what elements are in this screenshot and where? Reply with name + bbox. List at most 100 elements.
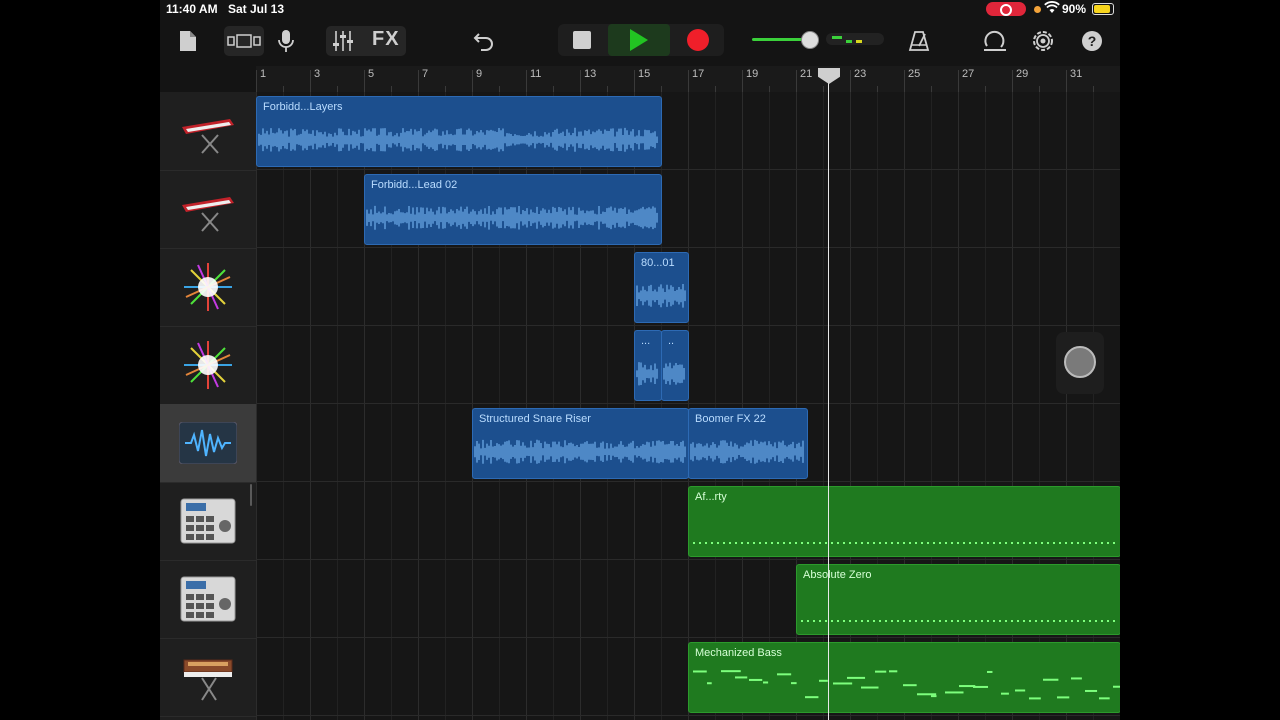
transport-controls: [558, 24, 724, 56]
ruler-tick: [364, 70, 365, 92]
mic-indicator-icon: [1034, 6, 1041, 13]
loop-browser-button[interactable]: [980, 26, 1010, 56]
track-headers: [160, 92, 256, 720]
tracks-area[interactable]: Forbidd...Layers Forbidd...Lead 02 80...01…: [256, 92, 1120, 720]
status-date: Sat Jul 13: [228, 2, 285, 16]
track-header-audio-recorder[interactable]: [160, 404, 256, 483]
drum-machine-icon: [180, 498, 236, 544]
record-icon: [687, 29, 709, 51]
region-name: Af...rty: [695, 491, 727, 503]
metronome-icon: [908, 31, 930, 51]
ruler-bar-number: 27: [962, 68, 975, 80]
track-header-resize-handle[interactable]: [250, 484, 252, 506]
ruler-bar-number: 15: [638, 68, 651, 80]
master-volume-knob[interactable]: [801, 31, 819, 49]
keyboard-icon: [182, 119, 234, 154]
synth-icon: [183, 659, 233, 701]
stop-icon: [573, 31, 591, 49]
ruler-tick: [958, 70, 959, 92]
midi-region[interactable]: Mechanized Bass: [688, 642, 1120, 713]
undo-icon: [473, 33, 493, 51]
browser-icon: [227, 34, 261, 48]
midi-region[interactable]: Absolute Zero: [796, 564, 1120, 635]
track-divider: [256, 637, 1120, 638]
region-name: Mechanized Bass: [695, 647, 782, 659]
browser-button[interactable]: [224, 26, 264, 56]
play-button[interactable]: [608, 24, 670, 56]
audio-region[interactable]: ..: [661, 330, 689, 401]
sparkle-fx-icon: [184, 263, 232, 311]
audio-region[interactable]: Forbidd...Lead 02: [364, 174, 662, 245]
my-songs-icon: [180, 31, 196, 51]
ruler-bar-number: 19: [746, 68, 759, 80]
ruler-bar-number: 11: [530, 68, 542, 80]
track-header-synth[interactable]: [160, 638, 256, 717]
stop-button[interactable]: [558, 24, 606, 56]
help-button[interactable]: ?: [1078, 26, 1106, 56]
grid-line: [742, 92, 743, 720]
audio-region[interactable]: 80...01: [634, 252, 689, 323]
drum-machine-icon: [180, 576, 236, 622]
screen-recording-icon[interactable]: [986, 2, 1026, 16]
level-meter: [826, 33, 884, 45]
midi-region[interactable]: Af...rty: [688, 486, 1120, 557]
region-name: ..: [668, 335, 675, 347]
ruler-tick: [418, 70, 419, 92]
battery-icon: [1092, 3, 1114, 15]
waveform-graphic: [663, 362, 685, 385]
record-button[interactable]: [674, 24, 722, 56]
ruler-tick: [688, 70, 689, 92]
track-header-drum-machine-1[interactable]: [160, 482, 256, 561]
ruler-bar-number: 1: [260, 68, 267, 80]
fx-button[interactable]: FX: [372, 28, 400, 51]
grid-line: [283, 92, 284, 720]
ruler-bar-number: 17: [692, 68, 705, 80]
my-songs-button[interactable]: [174, 26, 202, 56]
ruler-tick: [580, 70, 581, 92]
mixer-button[interactable]: [332, 30, 354, 57]
audio-region[interactable]: ...: [634, 330, 662, 401]
keyboard-icon: [182, 197, 234, 232]
ruler-tick: [472, 70, 473, 92]
grid-line: [715, 92, 716, 720]
audio-region[interactable]: Structured Snare Riser: [472, 408, 689, 479]
undo-button[interactable]: [470, 26, 498, 56]
settings-button[interactable]: [1028, 26, 1058, 56]
ruler-bar-number: 31: [1070, 68, 1083, 80]
region-name: Boomer FX 22: [695, 413, 766, 425]
grid-line: [256, 92, 257, 720]
track-divider: [256, 559, 1120, 560]
timeline-ruler[interactable]: 135791113151719212325272931 +: [256, 66, 1120, 93]
assistive-touch-icon: [1064, 346, 1096, 378]
ruler-tick: [742, 70, 743, 92]
settings-icon: [1033, 31, 1053, 51]
track-header-keyboard-2[interactable]: [160, 170, 256, 249]
track-header-fx-2[interactable]: [160, 326, 256, 405]
metronome-button[interactable]: [904, 26, 934, 56]
track-header-keyboard-1[interactable]: [160, 92, 256, 171]
ruler-tick: [1012, 70, 1013, 92]
microphone-button[interactable]: [274, 26, 298, 56]
ruler-bar-number: 5: [368, 68, 375, 80]
region-name: Forbidd...Lead 02: [371, 179, 458, 191]
grid-line: [688, 92, 689, 720]
grid-line: [769, 92, 770, 720]
ruler-bar-number: 9: [476, 68, 483, 80]
audio-region[interactable]: Forbidd...Layers: [256, 96, 662, 167]
grid-line: [310, 92, 311, 720]
track-divider: [256, 715, 1120, 716]
sparkle-fx-icon: [184, 341, 232, 389]
ruler-tick: [256, 70, 257, 92]
ruler-bar-number: 25: [908, 68, 921, 80]
assistive-touch-button[interactable]: [1056, 332, 1104, 394]
track-divider: [256, 247, 1120, 248]
ruler-tick: [526, 70, 527, 92]
ruler-tick: [904, 70, 905, 92]
audio-region[interactable]: Boomer FX 22: [688, 408, 808, 479]
track-header-drum-machine-2[interactable]: [160, 560, 256, 639]
grid-line: [337, 92, 338, 720]
mixer-icon: [333, 31, 353, 51]
ruler-bar-number: 3: [314, 68, 321, 80]
track-header-fx-1[interactable]: [160, 248, 256, 327]
track-divider: [256, 325, 1120, 326]
